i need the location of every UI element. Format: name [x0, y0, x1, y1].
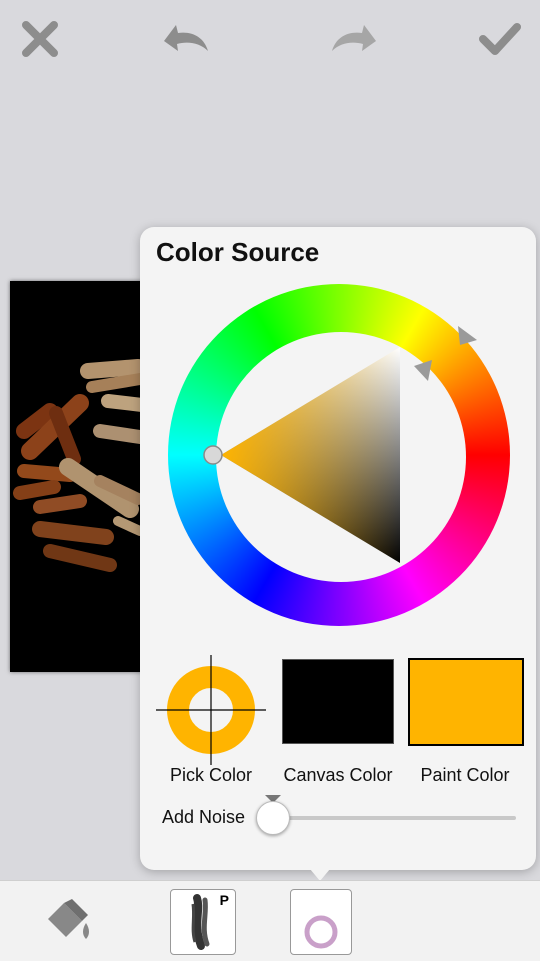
color-wheel-picker[interactable]	[166, 282, 512, 628]
triangle-selector-handle[interactable]	[203, 445, 223, 465]
checkmark-icon	[479, 23, 521, 55]
paint-bucket-icon	[48, 899, 89, 939]
add-noise-slider-thumb[interactable]	[256, 801, 290, 835]
hue-marker-outer	[458, 326, 477, 345]
undo-button[interactable]	[158, 14, 214, 64]
undo-icon	[164, 25, 208, 51]
paint-color-swatch[interactable]	[408, 658, 524, 746]
redo-icon	[332, 25, 376, 51]
add-noise-label: Add Noise	[162, 807, 246, 827]
color-wheel-icon	[304, 915, 338, 949]
fill-tool-button[interactable]	[42, 895, 96, 950]
brush-selector-button[interactable]: P	[170, 889, 236, 955]
pick-color-button[interactable]	[154, 653, 268, 767]
color-source-button[interactable]	[290, 889, 352, 955]
brush-strokes	[13, 359, 149, 572]
color-source-panel: Color Source Pick Color Canvas Color Pai…	[140, 227, 536, 870]
close-button[interactable]	[12, 14, 68, 64]
bottom-toolbar: P	[0, 880, 540, 961]
brush-badge: P	[219, 892, 229, 908]
drawing-canvas[interactable]	[10, 281, 160, 672]
top-toolbar	[0, 0, 540, 80]
eyedropper-target-icon	[154, 653, 268, 767]
panel-title: Color Source	[156, 237, 320, 267]
confirm-button[interactable]	[472, 14, 528, 64]
close-icon	[22, 21, 58, 57]
redo-button[interactable]	[326, 14, 382, 64]
paint-color-label: Paint Color	[420, 765, 510, 785]
add-noise-slider-track[interactable]	[268, 816, 516, 820]
hue-marker-inner	[414, 360, 432, 381]
canvas-color-label: Canvas Color	[283, 765, 393, 785]
color-swatches: Pick Color Canvas Color Paint Color	[140, 652, 536, 785]
pick-color-label: Pick Color	[169, 765, 253, 785]
canvas-color-swatch[interactable]	[282, 659, 394, 744]
